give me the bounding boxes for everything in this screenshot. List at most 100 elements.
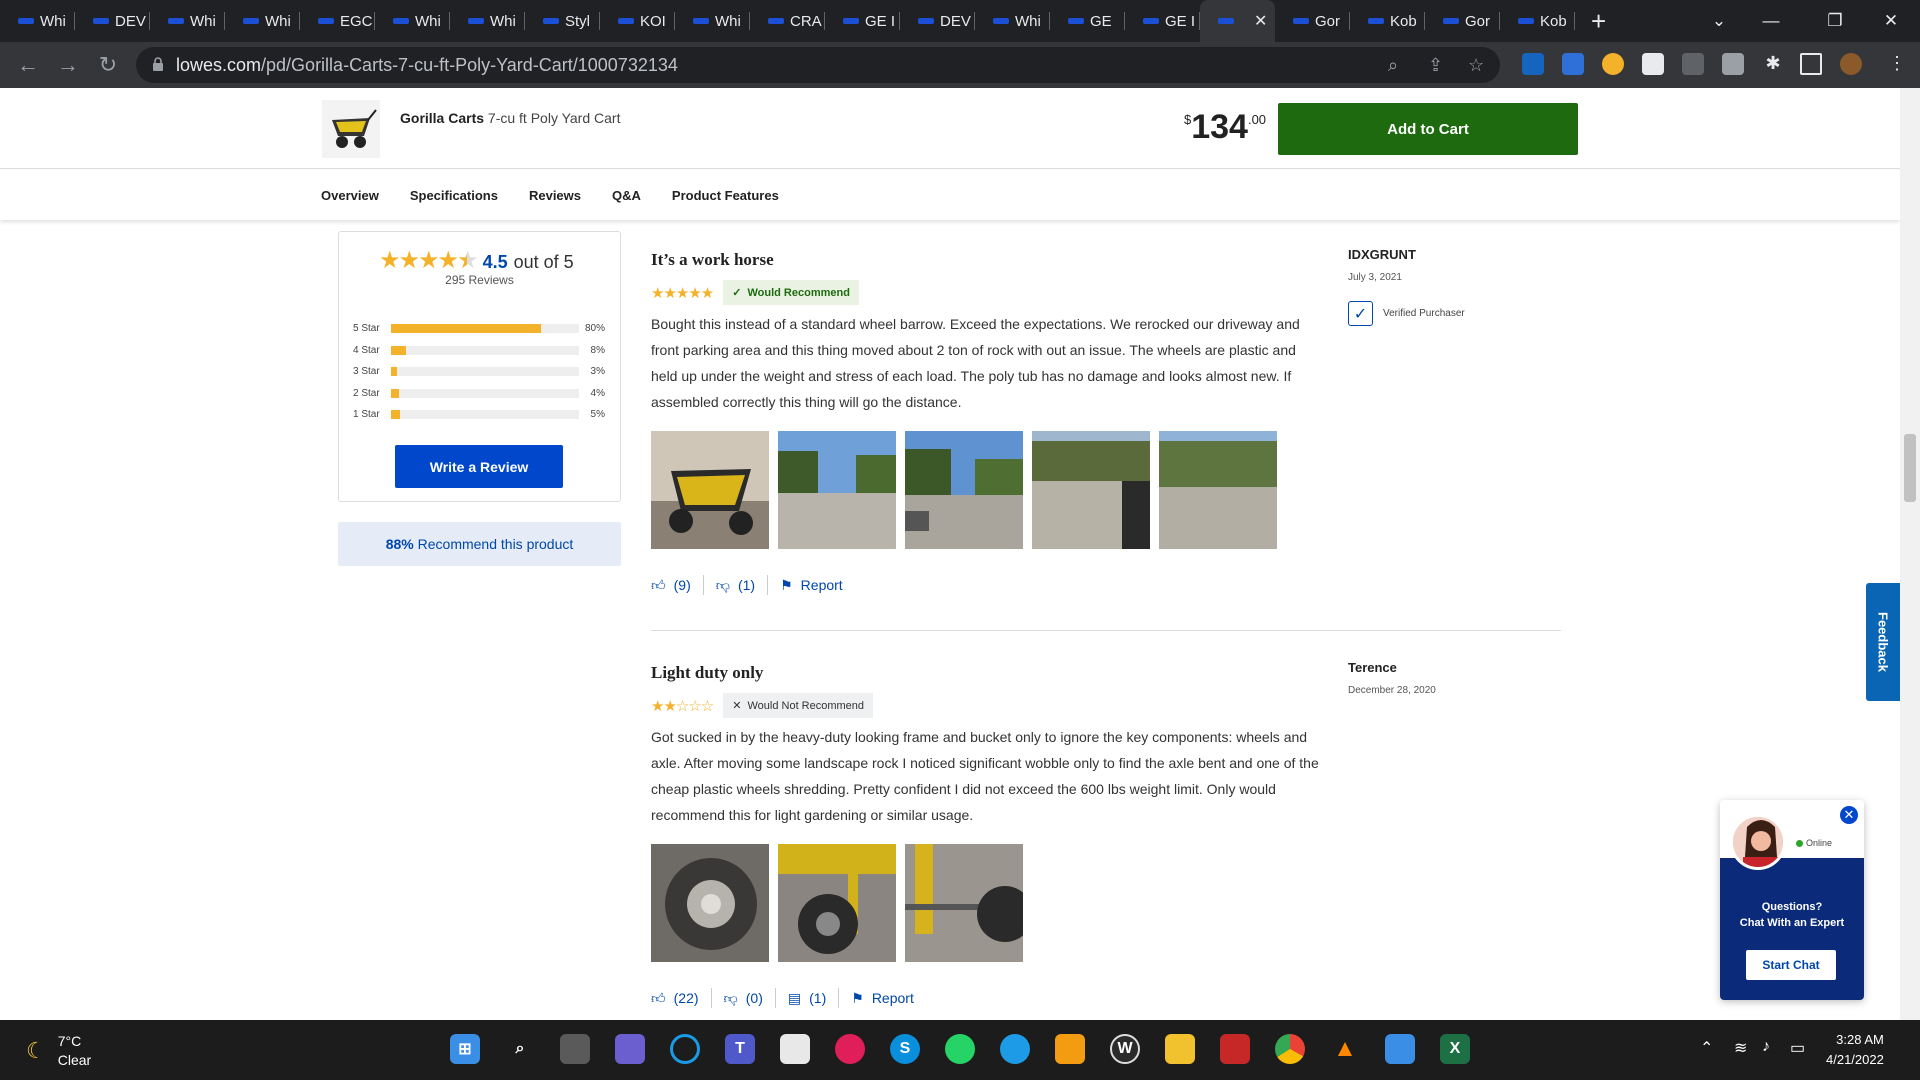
teams-icon[interactable]: T xyxy=(725,1034,755,1064)
slack-icon[interactable] xyxy=(835,1034,865,1064)
browser-tab[interactable]: CRA xyxy=(750,0,825,42)
close-window-button[interactable]: ✕ xyxy=(1868,0,1914,42)
review-photo[interactable] xyxy=(1032,431,1150,549)
helpful-button[interactable]: 👍︎ (22) xyxy=(651,988,712,1008)
excel-icon[interactable]: X xyxy=(1440,1034,1470,1064)
file-explorer-icon[interactable] xyxy=(1165,1034,1195,1064)
browser-tab[interactable]: Kob xyxy=(1350,0,1425,42)
bookmark-star-icon[interactable]: ☆ xyxy=(1468,55,1484,76)
report-button[interactable]: ⚑ Report xyxy=(768,575,855,595)
minimize-button[interactable]: — xyxy=(1748,0,1794,42)
comments-button[interactable]: ▤ (1) xyxy=(776,988,840,1008)
browser-tab[interactable]: Kob xyxy=(1500,0,1575,42)
tab-specifications[interactable]: Specifications xyxy=(410,188,498,203)
browser-tab[interactable]: DEV xyxy=(900,0,975,42)
search-icon[interactable]: ⌕ xyxy=(505,1034,535,1064)
write-review-button[interactable]: Write a Review xyxy=(395,445,563,488)
review-photo[interactable] xyxy=(651,844,769,962)
task-view-icon[interactable] xyxy=(560,1034,590,1064)
volume-icon[interactable]: ♪ xyxy=(1762,1038,1770,1056)
store-icon[interactable] xyxy=(780,1034,810,1064)
skype-icon[interactable]: S xyxy=(890,1034,920,1064)
start-icon[interactable]: ⊞ xyxy=(450,1034,480,1064)
review-photo[interactable] xyxy=(778,431,896,549)
browser-tab[interactable]: GE I xyxy=(825,0,900,42)
histogram-row[interactable]: 4 Star 8% xyxy=(353,340,609,362)
extension-icon[interactable] xyxy=(1522,53,1544,75)
browser-tab[interactable]: EGC xyxy=(300,0,375,42)
product-thumbnail[interactable] xyxy=(322,100,380,158)
helpful-button[interactable]: 👍︎ (9) xyxy=(651,575,704,595)
vlc-icon[interactable]: ▲ xyxy=(1330,1034,1360,1064)
new-tab-button[interactable]: + xyxy=(1591,6,1606,37)
zoom-icon[interactable]: ⌕ xyxy=(1388,55,1398,76)
unhelpful-button[interactable]: 👎︎ (1) xyxy=(704,575,769,595)
review-photo[interactable] xyxy=(778,844,896,962)
whatsapp-icon[interactable] xyxy=(945,1034,975,1064)
browser-tab[interactable]: Whi xyxy=(225,0,300,42)
unhelpful-button[interactable]: 👎︎ (0) xyxy=(712,988,776,1008)
browser-tab[interactable]: Styl xyxy=(525,0,600,42)
forward-icon[interactable]: → xyxy=(48,52,88,78)
chat-close-icon[interactable]: ✕ xyxy=(1840,806,1858,824)
tab-search-icon[interactable]: ⌄ xyxy=(1696,0,1742,42)
clock[interactable]: 3:28 AM 4/21/2022 xyxy=(1826,1030,1884,1070)
chrome-icon[interactable] xyxy=(1275,1034,1305,1064)
browser-tab[interactable]: Whi xyxy=(150,0,225,42)
code-extension-icon[interactable] xyxy=(1642,53,1664,75)
scrollbar-thumb[interactable] xyxy=(1904,434,1916,502)
menu-kebab-icon[interactable]: ⋮ xyxy=(1886,53,1908,75)
back-icon[interactable]: ← xyxy=(8,52,48,78)
qr-extension-icon[interactable] xyxy=(1722,53,1744,75)
tab-overview[interactable]: Overview xyxy=(321,188,379,203)
tab-close-icon[interactable]: ✕ xyxy=(1254,11,1267,31)
feedback-tab[interactable]: Feedback xyxy=(1866,583,1900,701)
coin-extension-icon[interactable] xyxy=(1602,53,1624,75)
photos-icon[interactable] xyxy=(1385,1034,1415,1064)
cortana-icon[interactable] xyxy=(670,1034,700,1064)
media-app-icon[interactable] xyxy=(1220,1034,1250,1064)
tray-chevron-icon[interactable]: ⌃ xyxy=(1700,1038,1713,1058)
histogram-row[interactable]: 3 Star 3% xyxy=(353,361,609,383)
report-button[interactable]: ⚑ Report xyxy=(839,988,926,1008)
save-extension-icon[interactable] xyxy=(1562,53,1584,75)
url-field[interactable]: lowes.com/pd/Gorilla-Carts-7-cu-ft-Poly-… xyxy=(136,47,1500,83)
add-to-cart-button[interactable]: Add to Cart xyxy=(1278,103,1578,155)
browser-tab[interactable]: GE xyxy=(1050,0,1125,42)
edge-icon[interactable] xyxy=(1000,1034,1030,1064)
tab-qa[interactable]: Q&A xyxy=(612,188,641,203)
start-chat-button[interactable]: Start Chat xyxy=(1746,950,1836,980)
review-photo[interactable] xyxy=(1159,431,1277,549)
restore-button[interactable]: ❐ xyxy=(1812,0,1858,42)
histogram-row[interactable]: 5 Star 80% xyxy=(353,318,609,340)
sidepanel-icon[interactable] xyxy=(1800,53,1822,75)
wifi-icon[interactable]: ≋ xyxy=(1734,1038,1747,1058)
review-photo[interactable] xyxy=(905,844,1023,962)
review-photo[interactable] xyxy=(905,431,1023,549)
browser-tab[interactable]: DEV xyxy=(75,0,150,42)
browser-tab[interactable]: Whi xyxy=(675,0,750,42)
teams-chat-icon[interactable] xyxy=(615,1034,645,1064)
browser-tab[interactable]: ✕ xyxy=(1200,0,1275,42)
weather-widget[interactable]: ☾ 7°C Clear xyxy=(26,1032,91,1070)
tab-reviews[interactable]: Reviews xyxy=(529,188,581,203)
browser-tab[interactable]: Gor xyxy=(1425,0,1500,42)
puzzle-icon[interactable]: ✱ xyxy=(1762,53,1784,75)
app-w-icon[interactable]: W xyxy=(1110,1034,1140,1064)
move-extension-icon[interactable] xyxy=(1682,53,1704,75)
browser-tab[interactable]: Whi xyxy=(0,0,75,42)
browser-tab[interactable]: GE I xyxy=(1125,0,1200,42)
browser-tab[interactable]: Gor xyxy=(1275,0,1350,42)
histogram-row[interactable]: 1 Star 5% xyxy=(353,404,609,426)
page-scrollbar[interactable] xyxy=(1900,88,1920,1020)
browser-tab[interactable]: Whi xyxy=(450,0,525,42)
tab-product-features[interactable]: Product Features xyxy=(672,188,779,203)
histogram-row[interactable]: 2 Star 4% xyxy=(353,383,609,405)
browser-tab[interactable]: Whi xyxy=(375,0,450,42)
browser-tab[interactable]: Whi xyxy=(975,0,1050,42)
battery-icon[interactable]: ▭ xyxy=(1790,1038,1805,1058)
profile-avatar[interactable] xyxy=(1840,53,1862,75)
reload-icon[interactable]: ↻ xyxy=(88,52,128,78)
browser-tab[interactable]: KOI xyxy=(600,0,675,42)
share-icon[interactable]: ⇪ xyxy=(1428,55,1443,76)
